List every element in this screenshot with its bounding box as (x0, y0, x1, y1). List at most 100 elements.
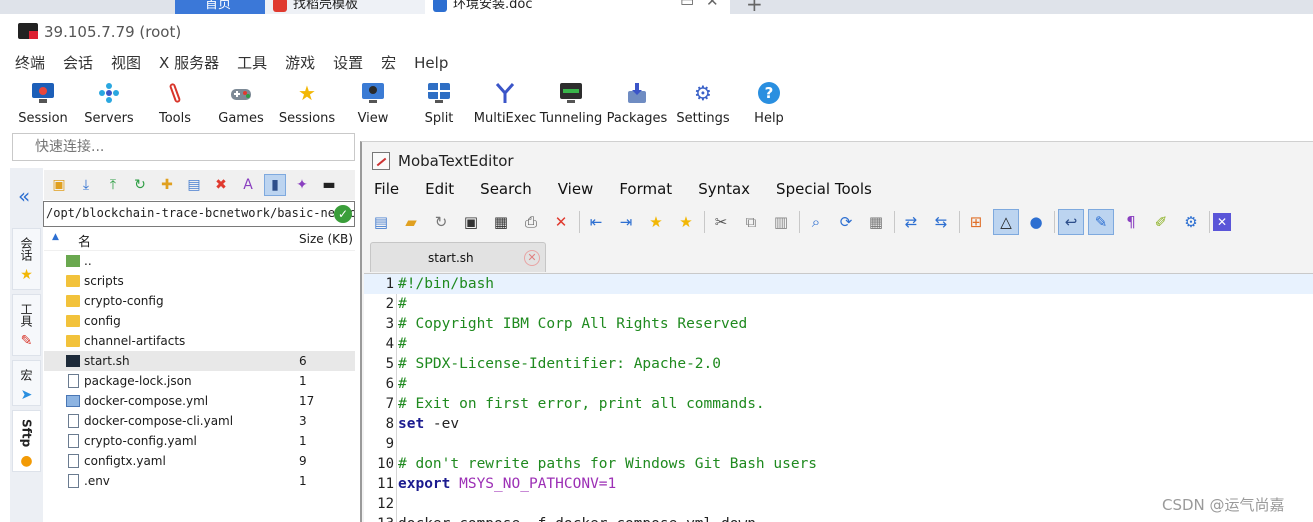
code-line[interactable]: 2 # (364, 294, 1313, 314)
tunneling-button[interactable]: Tunneling (538, 76, 604, 132)
session-button[interactable]: Session (10, 76, 76, 132)
menu-terminal[interactable]: 终端 (15, 50, 45, 76)
close-icon[interactable]: ✕ (706, 0, 719, 12)
save-all-icon[interactable]: ▦ (488, 209, 514, 235)
save-icon[interactable]: ▣ (458, 209, 484, 235)
column-size[interactable]: Size (KB) (299, 232, 353, 246)
outdent-icon[interactable]: ⇤ (583, 209, 609, 235)
delete-icon[interactable]: ✖ (210, 174, 232, 196)
file-row[interactable]: crypto-config.yaml 1 (44, 431, 355, 451)
reload-icon[interactable]: ↻ (428, 209, 454, 235)
sftp-path-field[interactable]: /opt/blockchain-trace-bcnetwork/basic-ne… (43, 201, 355, 227)
new-file-icon[interactable]: ▤ (368, 209, 394, 235)
file-row[interactable]: config (44, 311, 355, 331)
code-line[interactable]: 8 set -ev (364, 414, 1313, 434)
word-wrap-icon[interactable]: ↩ (1058, 209, 1084, 235)
file-row[interactable]: package-lock.json 1 (44, 371, 355, 391)
file-row[interactable]: docker-compose.yml 17 (44, 391, 355, 411)
rename-icon[interactable]: A (237, 174, 259, 196)
bookmark-next-icon[interactable]: ★ (673, 209, 699, 235)
servers-button[interactable]: Servers (76, 76, 142, 132)
code-line[interactable]: 5 # SPDX-License-Identifier: Apache-2.0 (364, 354, 1313, 374)
close-file-icon[interactable]: ✕ (548, 209, 574, 235)
mac-format-icon[interactable]: ● (1023, 209, 1049, 235)
bookmark-icon[interactable]: ★ (643, 209, 669, 235)
print-icon[interactable]: ⎙ (518, 209, 544, 235)
collapse-sidebar-icon[interactable]: « (18, 184, 30, 208)
editor-menu-edit[interactable]: Edit (425, 180, 454, 198)
menu-macros[interactable]: 宏 (381, 50, 396, 76)
editor-menu-file[interactable]: File (374, 180, 399, 198)
path-ok-icon[interactable]: ✓ (334, 205, 352, 223)
browser-tab-template[interactable]: 找稻壳模板 (265, 0, 425, 14)
editor-menu-special-tools[interactable]: Special Tools (776, 180, 872, 198)
browser-tab-doc[interactable]: 环境安装.doc ▭ ✕ (425, 0, 730, 14)
tools-button[interactable]: Tools (142, 76, 208, 132)
side-tab-sessions[interactable]: 会话 ★ (12, 228, 41, 290)
search-icon[interactable]: ⌕ (803, 209, 829, 235)
new-folder-icon[interactable]: ✚ (156, 174, 178, 196)
code-line[interactable]: 9 (364, 434, 1313, 454)
goto-line-icon[interactable]: ▦ (863, 209, 889, 235)
menu-help[interactable]: Help (414, 50, 448, 76)
multiexec-button[interactable]: MultiExec (472, 76, 538, 132)
new-tab-icon[interactable]: + (746, 0, 763, 14)
code-line[interactable]: 13 docker-compose -f docker-compose.yml d… (364, 514, 1313, 522)
file-row[interactable]: channel-artifacts (44, 331, 355, 351)
editor-menu-search[interactable]: Search (480, 180, 532, 198)
column-name[interactable]: 名 (78, 231, 91, 250)
menu-xserver[interactable]: X 服务器 (159, 50, 219, 76)
tab-close-icon[interactable]: ✕ (524, 250, 540, 266)
highlight-icon[interactable]: ✐ (1148, 209, 1174, 235)
file-row[interactable]: docker-compose-cli.yaml 3 (44, 411, 355, 431)
code-line[interactable]: 11 export MSYS_NO_PATHCONV=1 (364, 474, 1313, 494)
code-line[interactable]: 3 # Copyright IBM Corp All Rights Reserve… (364, 314, 1313, 334)
code-line[interactable]: 4 # (364, 334, 1313, 354)
replace-icon[interactable]: ⟳ (833, 209, 859, 235)
windows-format-icon[interactable]: ⊞ (963, 209, 989, 235)
compare-icon[interactable]: ⇄ (898, 209, 924, 235)
file-row[interactable]: .. (44, 251, 355, 271)
indent-icon[interactable]: ⇥ (613, 209, 639, 235)
editor-menu-view[interactable]: View (558, 180, 594, 198)
cut-icon[interactable]: ✂ (708, 209, 734, 235)
sessions-button[interactable]: ★ Sessions (274, 76, 340, 132)
read-only-icon[interactable]: ✎ (1088, 209, 1114, 235)
side-tab-macros[interactable]: 宏 ➤ (12, 360, 41, 406)
refresh-icon[interactable]: ↻ (129, 174, 151, 196)
file-row[interactable]: configtx.yaml 9 (44, 451, 355, 471)
code-area[interactable]: 1 #!/bin/bash 2 #3 # Copyright IBM Corp All … (364, 273, 1313, 522)
editor-menu-format[interactable]: Format (619, 180, 672, 198)
download-icon[interactable]: ⤓ (75, 174, 97, 196)
file-row[interactable]: .env 1 (44, 471, 355, 491)
quick-connect-input[interactable] (13, 134, 354, 160)
packages-button[interactable]: Packages (604, 76, 670, 132)
wand-icon[interactable]: ✦ (291, 174, 313, 196)
editor-tab-start-sh[interactable]: start.sh ✕ (370, 242, 546, 272)
menu-sessions[interactable]: 会话 (63, 50, 93, 76)
menu-view[interactable]: 视图 (111, 50, 141, 76)
code-line[interactable]: 10 # don't rewrite paths for Windows Git … (364, 454, 1313, 474)
upload-icon[interactable]: ⤒ (102, 174, 124, 196)
follow-terminal-icon[interactable]: ▮ (264, 174, 286, 196)
open-folder-icon[interactable]: ▰ (398, 209, 424, 235)
copy-icon[interactable]: ⧉ (738, 209, 764, 235)
show-symbols-icon[interactable]: ¶ (1118, 209, 1144, 235)
paste-icon[interactable]: ▥ (768, 209, 794, 235)
split-button[interactable]: Split (406, 76, 472, 132)
close-editor-icon[interactable]: ✕ (1213, 213, 1231, 231)
file-row-selected[interactable]: start.sh 6 (44, 351, 355, 371)
browser-tab-home[interactable]: 首页 (175, 0, 265, 14)
help-button[interactable]: ? Help (736, 76, 802, 132)
restore-icon[interactable]: ▭ (680, 0, 694, 12)
menu-tools[interactable]: 工具 (237, 50, 267, 76)
side-tab-sftp[interactable]: Sftp ● (12, 410, 41, 472)
side-tab-tools[interactable]: 工具 ✎ (12, 294, 41, 356)
view-button[interactable]: View (340, 76, 406, 132)
code-line[interactable]: 7 # Exit on first error, print all comman… (364, 394, 1313, 414)
terminal-icon[interactable]: ▬ (318, 174, 340, 196)
games-button[interactable]: Games (208, 76, 274, 132)
settings-button[interactable]: ⚙ Settings (670, 76, 736, 132)
unix-format-icon[interactable]: △ (993, 209, 1019, 235)
menu-settings[interactable]: 设置 (333, 50, 363, 76)
